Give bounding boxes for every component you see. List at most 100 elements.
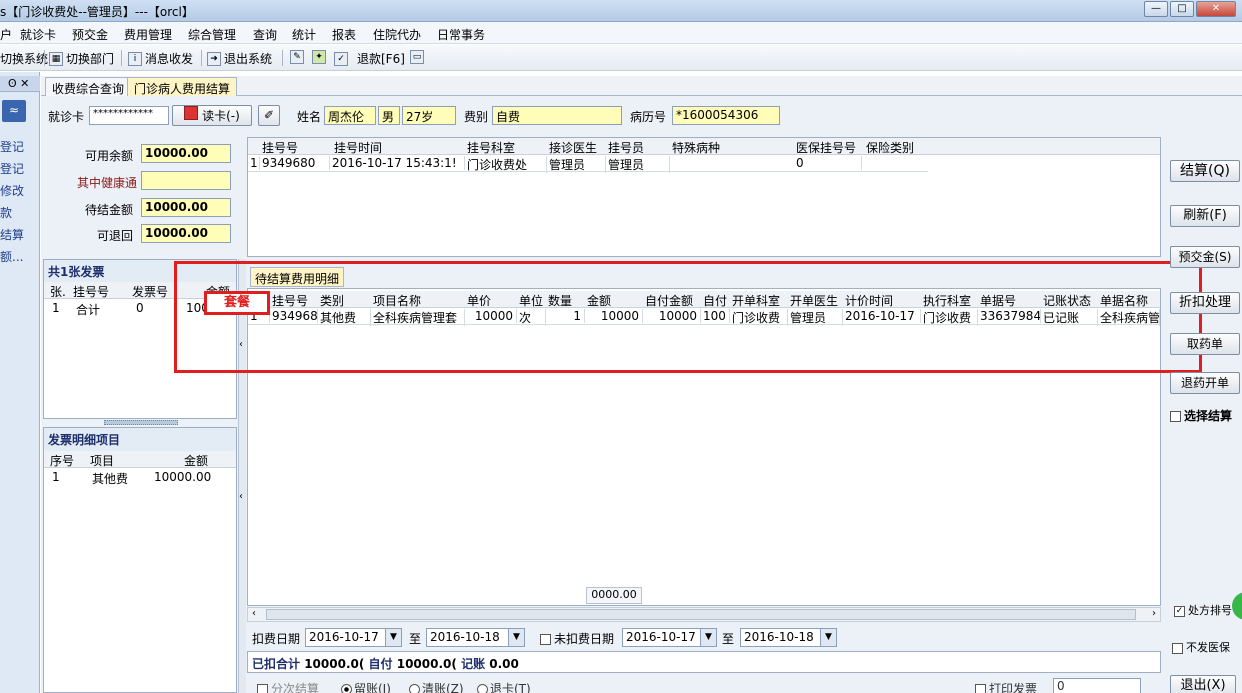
table-row[interactable]: 1 9349680 2016-10-17 15:43:1! 门诊收费处 管理员 … bbox=[248, 155, 928, 173]
logout-label: 退出系统 bbox=[224, 52, 273, 66]
toolbar-separator bbox=[201, 50, 202, 66]
print-invoice-toggle[interactable]: 打印发票 bbox=[975, 680, 1037, 693]
menu-item-fees[interactable]: 费用管理 bbox=[124, 26, 172, 43]
plugin-button[interactable]: ✦ bbox=[312, 50, 326, 64]
brush-icon: ✐ bbox=[263, 108, 275, 122]
settle-button[interactable]: 结算(Q) bbox=[1170, 160, 1240, 182]
tab-fee-query[interactable]: 收费综合查询 bbox=[45, 77, 132, 96]
select-settle-label: 选择结算 bbox=[1184, 409, 1233, 423]
print-count-input[interactable]: 0 bbox=[1053, 678, 1141, 693]
clear-radio[interactable]: 清账(Z) bbox=[409, 680, 464, 693]
checkbox-icon bbox=[975, 684, 986, 693]
nav-item-more[interactable]: 额... bbox=[0, 248, 23, 265]
exit-button[interactable]: 退出(X) bbox=[1170, 675, 1236, 693]
col-item: 项目 bbox=[90, 454, 115, 468]
window-button[interactable]: ▭ bbox=[410, 50, 424, 64]
gender-field[interactable]: 男 bbox=[378, 106, 400, 125]
chevron-down-icon: ▼ bbox=[700, 629, 716, 646]
record-field[interactable]: *1600054306 bbox=[672, 106, 780, 125]
card-label: 就诊卡 bbox=[48, 110, 85, 124]
nav-item-settle[interactable]: 结算 bbox=[0, 226, 24, 243]
puzzle-icon: ✦ bbox=[312, 50, 326, 64]
deduct-to-select[interactable]: 2016-10-18 ▼ bbox=[426, 628, 525, 647]
maximize-button[interactable]: □ bbox=[1170, 1, 1194, 17]
name-label: 姓名 bbox=[297, 110, 322, 124]
window-title: s【门诊收费处--管理员】---【orcl】 bbox=[0, 5, 194, 19]
name-field[interactable]: 周杰伦 bbox=[324, 106, 376, 125]
minimize-button[interactable]: — bbox=[1144, 1, 1168, 17]
no-insurance-toggle[interactable]: 不发医保 bbox=[1172, 639, 1230, 655]
switch-dept-label: 切换部门 bbox=[66, 52, 115, 66]
switch-dept-button[interactable]: ▦ 切换部门 bbox=[49, 50, 114, 67]
edit-button[interactable]: ✎ bbox=[290, 50, 304, 64]
message-button[interactable]: i 消息收发 bbox=[128, 50, 193, 67]
prepay-button[interactable]: 预交金(S) bbox=[1170, 246, 1240, 268]
menu-item-inpatient[interactable]: 住院代办 bbox=[373, 26, 421, 43]
account-value: 0.00 bbox=[489, 657, 519, 671]
scroll-left-icon[interactable]: ‹ bbox=[252, 608, 256, 619]
cell-doctor: 管理员 bbox=[547, 156, 606, 173]
registration-header: 挂号号 挂号时间 挂号科室 接诊医生 挂号员 特殊病种 医保挂号号 保险类别 bbox=[248, 138, 1160, 155]
splitter-handle[interactable] bbox=[104, 420, 178, 425]
row-index: 1 bbox=[52, 301, 60, 315]
undeducted-from-select[interactable]: 2016-10-17 ▼ bbox=[622, 628, 717, 647]
row-index: 1 bbox=[52, 470, 60, 484]
horizontal-scrollbar[interactable]: ‹ › bbox=[247, 607, 1161, 622]
menu-item-reports[interactable]: 报表 bbox=[332, 26, 356, 43]
col-sheet: 张. bbox=[50, 285, 66, 299]
col-reg-dept: 挂号科室 bbox=[467, 141, 516, 155]
deduct-from-select[interactable]: 2016-10-17 ▼ bbox=[305, 628, 402, 647]
undeducted-to-select[interactable]: 2016-10-18 ▼ bbox=[740, 628, 837, 647]
refund-button[interactable]: ✓ 退款[F6] bbox=[334, 50, 405, 67]
collapse-icon[interactable]: ≈ bbox=[2, 100, 26, 122]
info-icon: i bbox=[128, 51, 142, 66]
menu-item[interactable]: 户 bbox=[0, 26, 12, 43]
rx-queue-toggle[interactable]: ✓ 处方排号 bbox=[1174, 602, 1232, 618]
switch-system-button[interactable]: 切换系统 bbox=[0, 50, 48, 67]
self-label: 自付 bbox=[368, 657, 393, 671]
menu-item-query[interactable]: 查询 bbox=[253, 26, 277, 43]
keep-radio[interactable]: 留账(I) bbox=[341, 680, 391, 693]
logout-button[interactable]: ➜ 退出系统 bbox=[207, 50, 272, 67]
available-field: 10000.00 bbox=[141, 144, 231, 163]
tab-outpatient-settlement[interactable]: 门诊病人费用结算 bbox=[127, 77, 238, 96]
return-med-button[interactable]: 退药开单 bbox=[1170, 372, 1240, 394]
close-button[interactable]: ✕ bbox=[1196, 1, 1236, 17]
cancel-med-button[interactable]: 取药单 bbox=[1170, 333, 1240, 355]
cell-reg-time: 2016-10-17 15:43:1! bbox=[330, 156, 465, 170]
discount-button[interactable]: 折扣处理 bbox=[1170, 292, 1240, 314]
scrollbar-thumb[interactable] bbox=[266, 609, 1136, 620]
undeducted-toggle[interactable]: 未扣费日期 bbox=[540, 630, 614, 647]
chevron-down-icon: ▼ bbox=[820, 629, 836, 646]
menu-item-card[interactable]: 就诊卡 bbox=[20, 26, 56, 43]
brush-button[interactable]: ✐ bbox=[258, 105, 280, 126]
table-row[interactable]: 1 其他费 10000.00 bbox=[44, 469, 236, 486]
menu-item-stats[interactable]: 统计 bbox=[292, 26, 316, 43]
menu-item-prepay[interactable]: 预交金 bbox=[72, 26, 108, 43]
message-label: 消息收发 bbox=[145, 52, 194, 66]
undeducted-to-value: 2016-10-18 bbox=[744, 630, 814, 644]
pencil-icon: ✎ bbox=[290, 50, 304, 64]
menu-item-general[interactable]: 综合管理 bbox=[188, 26, 236, 43]
scroll-right-icon[interactable]: › bbox=[1152, 608, 1156, 619]
refresh-button[interactable]: 刷新(F) bbox=[1170, 205, 1240, 227]
card-input[interactable]: ************ bbox=[89, 106, 169, 125]
checkbox-icon: ✓ bbox=[334, 51, 348, 66]
invoice-detail-header: 序号 项目 金额 bbox=[44, 451, 236, 468]
age-field[interactable]: 27岁 bbox=[402, 106, 456, 125]
fee-type-field[interactable]: 自费 bbox=[492, 106, 622, 125]
nav-item-register-2[interactable]: 登记 bbox=[0, 160, 24, 177]
title-bar: s【门诊收费处--管理员】---【orcl】 — □ ✕ bbox=[0, 0, 1242, 22]
split-settle-toggle[interactable]: 分次结算 bbox=[257, 680, 319, 693]
nav-item-payment[interactable]: 款 bbox=[0, 204, 12, 221]
menu-item-daily[interactable]: 日常事务 bbox=[437, 26, 485, 43]
col-clerk: 挂号员 bbox=[608, 141, 645, 155]
select-settle-toggle[interactable]: 选择结算 bbox=[1170, 407, 1232, 424]
pin-icon[interactable]: ʘ ✕ bbox=[8, 77, 29, 90]
col-invoice-no: 发票号 bbox=[132, 285, 169, 299]
return-card-radio[interactable]: 退卡(T) bbox=[477, 680, 531, 693]
read-card-button[interactable]: 读卡(-) bbox=[172, 105, 252, 126]
nav-item-modify[interactable]: 修改 bbox=[0, 182, 24, 199]
nav-item-register[interactable]: 登记 bbox=[0, 138, 24, 155]
col-doctor: 接诊医生 bbox=[549, 141, 598, 155]
